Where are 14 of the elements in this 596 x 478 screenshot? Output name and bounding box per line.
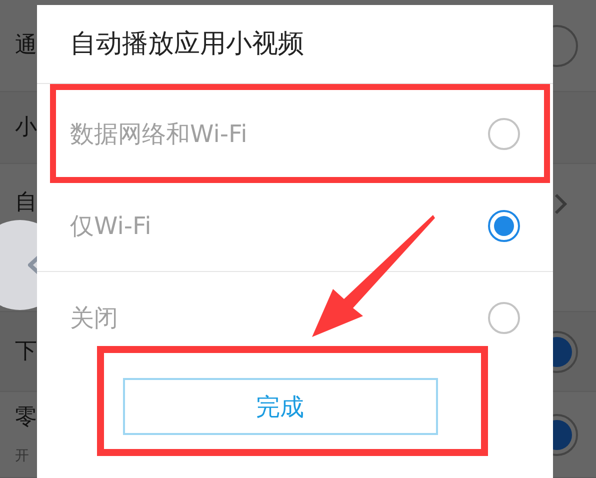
dialog-title: 自动播放应用小视频 [37,5,553,84]
radio-button[interactable] [487,116,521,150]
setting-label: 自 [15,192,37,214]
radio-button[interactable] [487,301,521,335]
radio-option[interactable]: 仅Wi-Fi [57,180,541,271]
radio-option[interactable]: 数据网络和Wi-Fi [57,91,541,176]
setting-label: 零 [15,406,37,428]
done-button[interactable]: 完成 [122,378,438,435]
setting-label: 小 [15,116,37,138]
setting-label: 通 [15,34,37,56]
radio-button[interactable] [487,208,521,242]
chevron-icon [553,192,569,216]
setting-label: 下 [15,340,37,362]
radio-option[interactable]: 关闭 [57,272,541,364]
